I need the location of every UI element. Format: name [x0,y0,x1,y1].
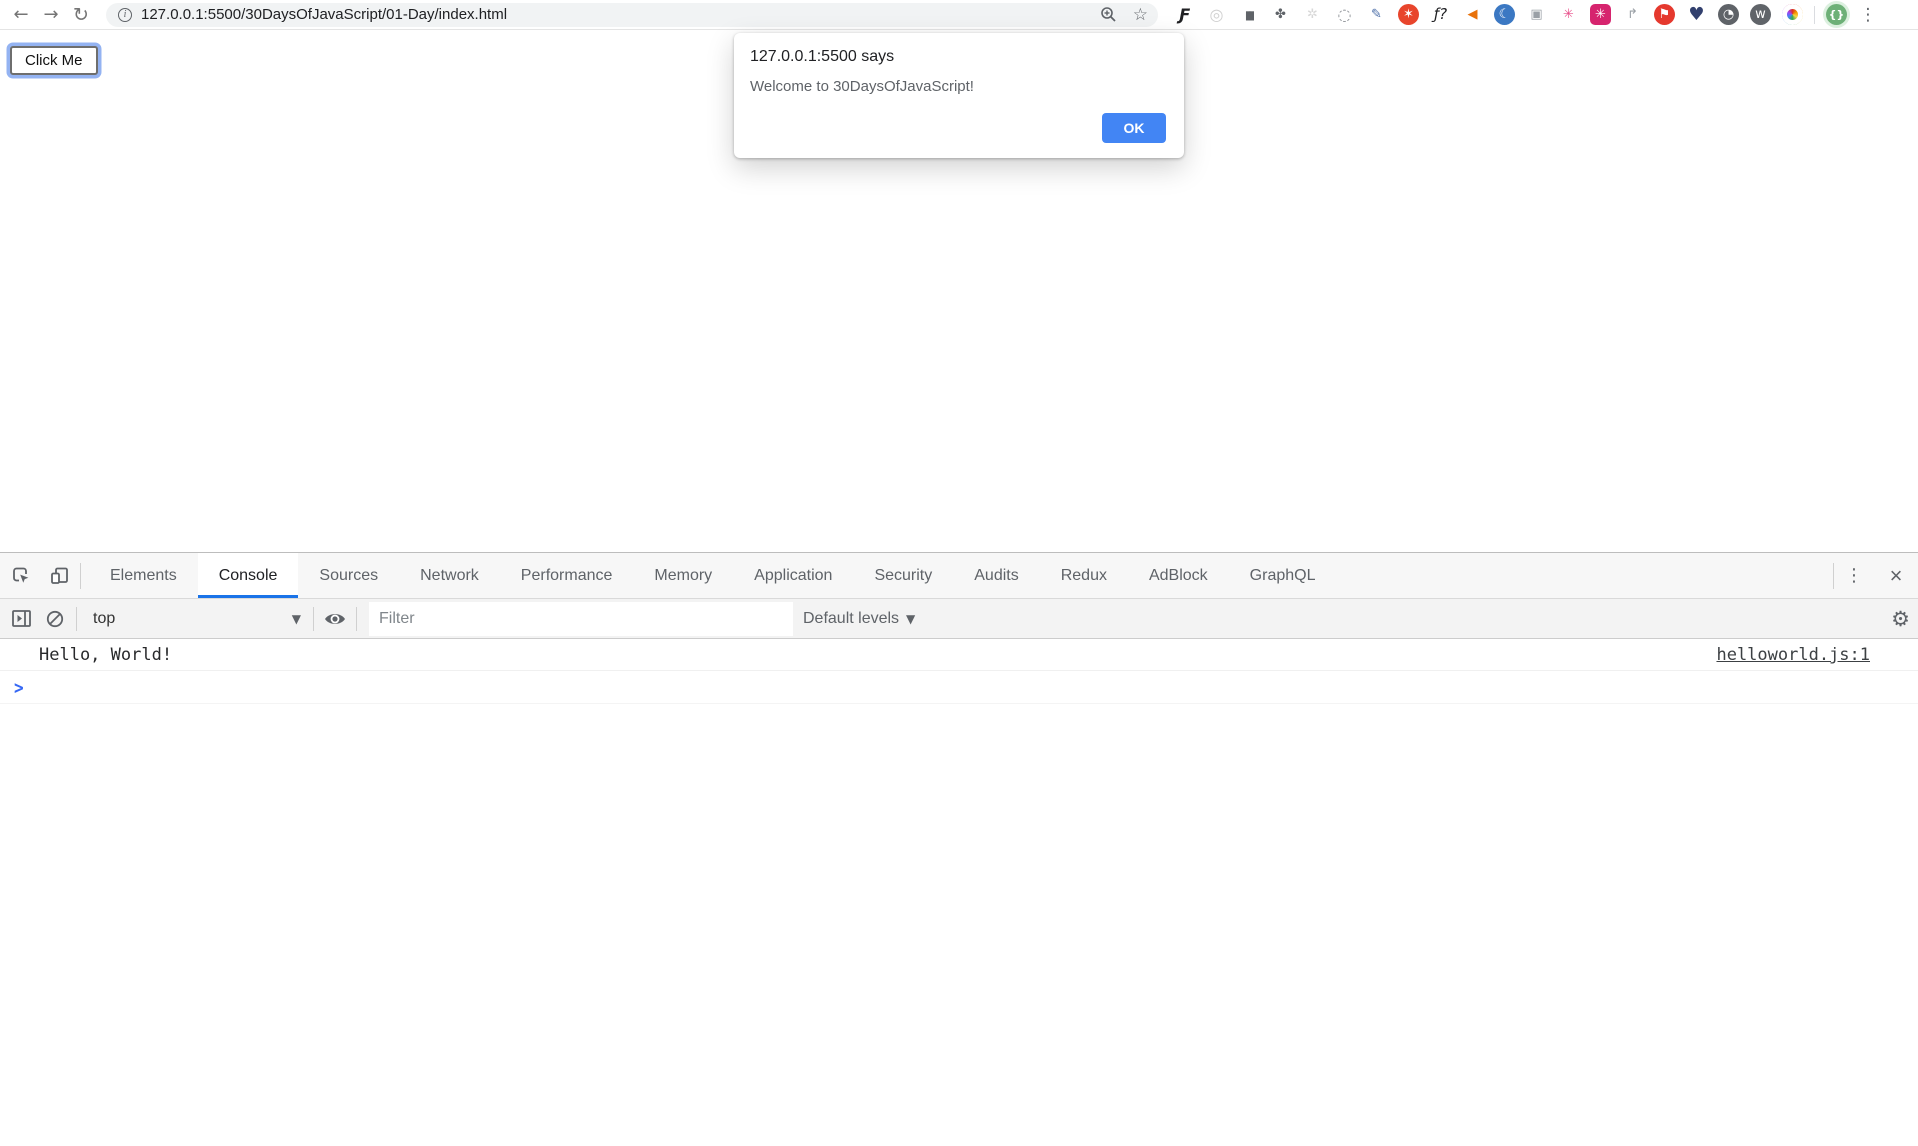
toolbar-separator3 [356,607,357,631]
gauge-circle-icon[interactable]: ◔ [1718,4,1739,25]
tab-performance[interactable]: Performance [500,553,634,598]
log-levels-label: Default levels [803,610,899,628]
alert-message: Welcome to 30DaysOfJavaScript! [750,78,1168,95]
console-filter-input[interactable] [369,602,793,636]
tab-elements[interactable]: Elements [89,553,198,598]
alert-dialog: 127.0.0.1:5500 says Welcome to 30DaysOfJ… [734,33,1184,158]
console-output: Hello, World! helloworld.js:1 > [0,639,1918,1146]
rainbow-ring-icon[interactable] [1782,4,1803,25]
console-messages: Hello, World! helloworld.js:1 [0,639,1918,671]
tab-security[interactable]: Security [853,553,953,598]
red-hand-icon[interactable]: ✶ [1398,4,1419,25]
wave-w-icon[interactable]: w [1750,4,1771,25]
inspect-element-icon[interactable] [0,553,40,598]
devtools-close-icon[interactable]: × [1874,553,1918,598]
tab-audits[interactable]: Audits [953,553,1039,598]
tab-redux[interactable]: Redux [1040,553,1128,598]
back-button[interactable]: ← [6,2,36,28]
tab-network[interactable]: Network [399,553,500,598]
clear-console-icon[interactable] [38,604,72,634]
function-question-icon[interactable]: ƒ? [1430,4,1451,25]
log-levels-dropdown[interactable]: Default levels ▼ [803,610,915,628]
live-expression-eye-icon[interactable] [318,604,352,634]
devtools-panel: ElementsConsoleSourcesNetworkPerformance… [0,552,1918,1146]
tab-memory[interactable]: Memory [633,553,733,598]
toolbar-separator2 [313,607,314,631]
console-sidebar-toggle-icon[interactable] [4,604,38,634]
reload-button[interactable]: ↻ [66,2,96,28]
device-toolbar-icon[interactable] [40,553,80,598]
tab-graphql[interactable]: GraphQL [1229,553,1337,598]
atom-faded-icon[interactable]: ✲ [1302,4,1323,25]
console-prompt-row[interactable]: > [0,671,1918,704]
console-toolbar: top ▼ Default levels ▼ ⚙ [0,599,1918,639]
circle-dash-icon[interactable]: ◌ [1334,4,1355,25]
red-flag-icon[interactable]: ⚑ [1654,4,1675,25]
browser-menu-icon[interactable]: ⋮ [1859,5,1877,25]
chevron-down-icon: ▼ [906,612,915,626]
alert-title: 127.0.0.1:5500 says [750,48,1168,66]
tab-application[interactable]: Application [733,553,853,598]
context-selector-value: top [93,610,115,628]
tab-sources[interactable]: Sources [298,553,399,598]
forward-button[interactable]: → [36,2,66,28]
bug-icon[interactable]: ✤ [1270,4,1291,25]
url-text[interactable]: 127.0.0.1:5500/30DaysOfJavaScript/01-Day… [141,6,507,23]
devtools-menu-icon[interactable]: ⋮ [1834,553,1874,598]
console-source-link[interactable]: helloworld.js:1 [1716,645,1870,665]
site-info-icon[interactable]: i [118,8,132,22]
eyedropper-icon[interactable]: ✎ [1366,4,1387,25]
tab-console[interactable]: Console [198,553,299,598]
f-script-icon[interactable]: Ƒ [1174,4,1195,25]
heart-search-icon[interactable]: ♥ [1686,4,1707,25]
console-message-row: Hello, World! helloworld.js:1 [0,639,1918,671]
alert-ok-button[interactable]: OK [1102,113,1166,143]
console-message-text: Hello, World! [39,645,172,665]
console-settings-gear-icon[interactable]: ⚙ [1891,607,1910,631]
blue-swirl-icon[interactable]: ☾ [1494,4,1515,25]
address-bar[interactable]: i 127.0.0.1:5500/30DaysOfJavaScript/01-D… [106,3,1158,27]
columns-icon[interactable]: ▮▮ [1238,4,1259,25]
tab-adblock[interactable]: AdBlock [1128,553,1229,598]
bent-arrow-icon[interactable]: ↱ [1622,4,1643,25]
pink-atom-icon[interactable]: ✳ [1558,4,1579,25]
json-braces-icon[interactable]: {} [1826,4,1847,25]
megaphone-icon[interactable]: ◀ [1462,4,1483,25]
tabbar-separator [80,563,81,589]
zoom-in-icon[interactable] [1100,6,1117,23]
devtools-tabs: ElementsConsoleSourcesNetworkPerformance… [89,553,1336,598]
target-icon[interactable]: ◎ [1206,4,1227,25]
camera-icon[interactable]: ▣ [1526,4,1547,25]
context-selector[interactable]: top ▼ [81,610,309,628]
toolbar-separator [76,607,77,631]
extension-icons-row: Ƒ ◎ ▮▮ ✤ ✲ ◌ ✎ ✶ ƒ? ◀ ☾ ▣ ✳ ✳ ↱ ⚑ ♥ ◔ w {} [1174,4,1847,25]
browser-toolbar: ← → ↻ i 127.0.0.1:5500/30DaysOfJavaScrip… [0,0,1918,30]
devtools-tab-bar: ElementsConsoleSourcesNetworkPerformance… [0,553,1918,599]
extensions-separator [1814,6,1815,24]
prompt-chevron-icon: > [14,677,24,699]
tabbar-spacer [1336,553,1833,598]
bookmark-star-icon[interactable]: ☆ [1133,5,1148,25]
click-me-button[interactable]: Click Me [10,46,98,75]
magenta-gear-icon[interactable]: ✳ [1590,4,1611,25]
chevron-down-icon: ▼ [292,612,301,626]
